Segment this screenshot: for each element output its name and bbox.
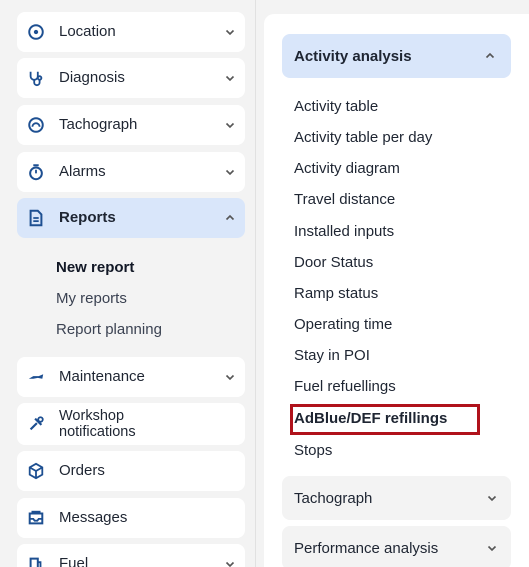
stopwatch-icon xyxy=(25,161,47,183)
reports-panel: Activity analysis Activity table Activit… xyxy=(264,14,529,567)
menu-item-door-status[interactable]: Door Status xyxy=(294,254,373,271)
sidebar-item-alarms[interactable]: Alarms xyxy=(17,152,245,192)
chevron-down-icon xyxy=(487,490,497,507)
chevron-down-icon xyxy=(223,73,237,83)
sidebar-item-location[interactable]: Location xyxy=(17,12,245,52)
sidebar-sub-new-report[interactable]: New report xyxy=(56,259,134,276)
sidebar-item-label: Diagnosis xyxy=(59,69,125,86)
chevron-down-icon xyxy=(223,167,237,177)
sidebar-item-label: Maintenance xyxy=(59,368,145,385)
group-performance-analysis[interactable]: Performance analysis xyxy=(282,526,511,567)
menu-item-ramp-status[interactable]: Ramp status xyxy=(294,285,378,302)
sidebar-item-orders[interactable]: Orders xyxy=(17,451,245,491)
chevron-up-icon xyxy=(223,213,237,223)
tools-icon xyxy=(25,413,47,435)
sidebar-item-label: Orders xyxy=(59,462,105,479)
document-icon xyxy=(25,207,47,229)
sidebar-item-messages[interactable]: Messages xyxy=(17,498,245,538)
menu-item-fuel-refuellings[interactable]: Fuel refuellings xyxy=(294,378,396,395)
sidebar-item-tachograph[interactable]: Tachograph xyxy=(17,105,245,145)
chevron-down-icon xyxy=(487,540,497,557)
sidebar-item-fuel[interactable]: Fuel xyxy=(17,544,245,567)
menu-item-travel-distance[interactable]: Travel distance xyxy=(294,191,395,208)
wrench-icon xyxy=(25,366,47,388)
chevron-down-icon xyxy=(223,120,237,130)
sidebar-item-label: Workshop notifications xyxy=(59,408,136,440)
sidebar-item-label: Reports xyxy=(59,209,116,226)
group-label: Tachograph xyxy=(294,489,373,507)
sidebar-item-workshop-notifications[interactable]: Workshop notifications xyxy=(17,403,245,445)
chevron-down-icon xyxy=(223,372,237,382)
group-tachograph[interactable]: Tachograph xyxy=(282,476,511,520)
menu-item-activity-table-per-day[interactable]: Activity table per day xyxy=(294,129,432,146)
chevron-down-icon xyxy=(223,27,237,37)
sidebar-item-label: Alarms xyxy=(59,163,106,180)
tachograph-icon xyxy=(25,114,47,136)
inbox-icon xyxy=(25,507,47,529)
box-icon xyxy=(25,460,47,482)
sidebar-sub-report-planning[interactable]: Report planning xyxy=(56,321,162,338)
menu-item-operating-time[interactable]: Operating time xyxy=(294,316,392,333)
menu-item-adblue-def-refillings[interactable]: AdBlue/DEF refillings xyxy=(294,410,447,427)
fuel-icon xyxy=(25,553,47,567)
sidebar: Location Diagnosis Tachograph Alarms Rep… xyxy=(0,0,256,567)
sidebar-item-diagnosis[interactable]: Diagnosis xyxy=(17,58,245,98)
sidebar-item-label: Tachograph xyxy=(59,116,138,133)
chevron-up-icon xyxy=(485,48,495,65)
activity-analysis-title: Activity analysis xyxy=(294,47,412,65)
sidebar-item-label: Location xyxy=(59,23,116,40)
sidebar-item-maintenance[interactable]: Maintenance xyxy=(17,357,245,397)
location-pin-icon xyxy=(25,21,47,43)
menu-item-activity-table[interactable]: Activity table xyxy=(294,98,378,115)
menu-item-stay-in-poi[interactable]: Stay in POI xyxy=(294,347,370,364)
menu-item-installed-inputs[interactable]: Installed inputs xyxy=(294,223,394,240)
sidebar-item-label: Messages xyxy=(59,509,128,526)
group-label: Performance analysis xyxy=(294,539,439,557)
menu-item-stops[interactable]: Stops xyxy=(294,442,332,459)
sidebar-item-label: Fuel xyxy=(59,555,89,567)
sidebar-item-reports[interactable]: Reports xyxy=(17,198,245,238)
activity-analysis-header[interactable]: Activity analysis xyxy=(282,34,511,78)
chevron-down-icon xyxy=(223,559,237,567)
menu-item-activity-diagram[interactable]: Activity diagram xyxy=(294,160,400,177)
sidebar-sub-my-reports[interactable]: My reports xyxy=(56,290,127,307)
stethoscope-icon xyxy=(25,67,47,89)
